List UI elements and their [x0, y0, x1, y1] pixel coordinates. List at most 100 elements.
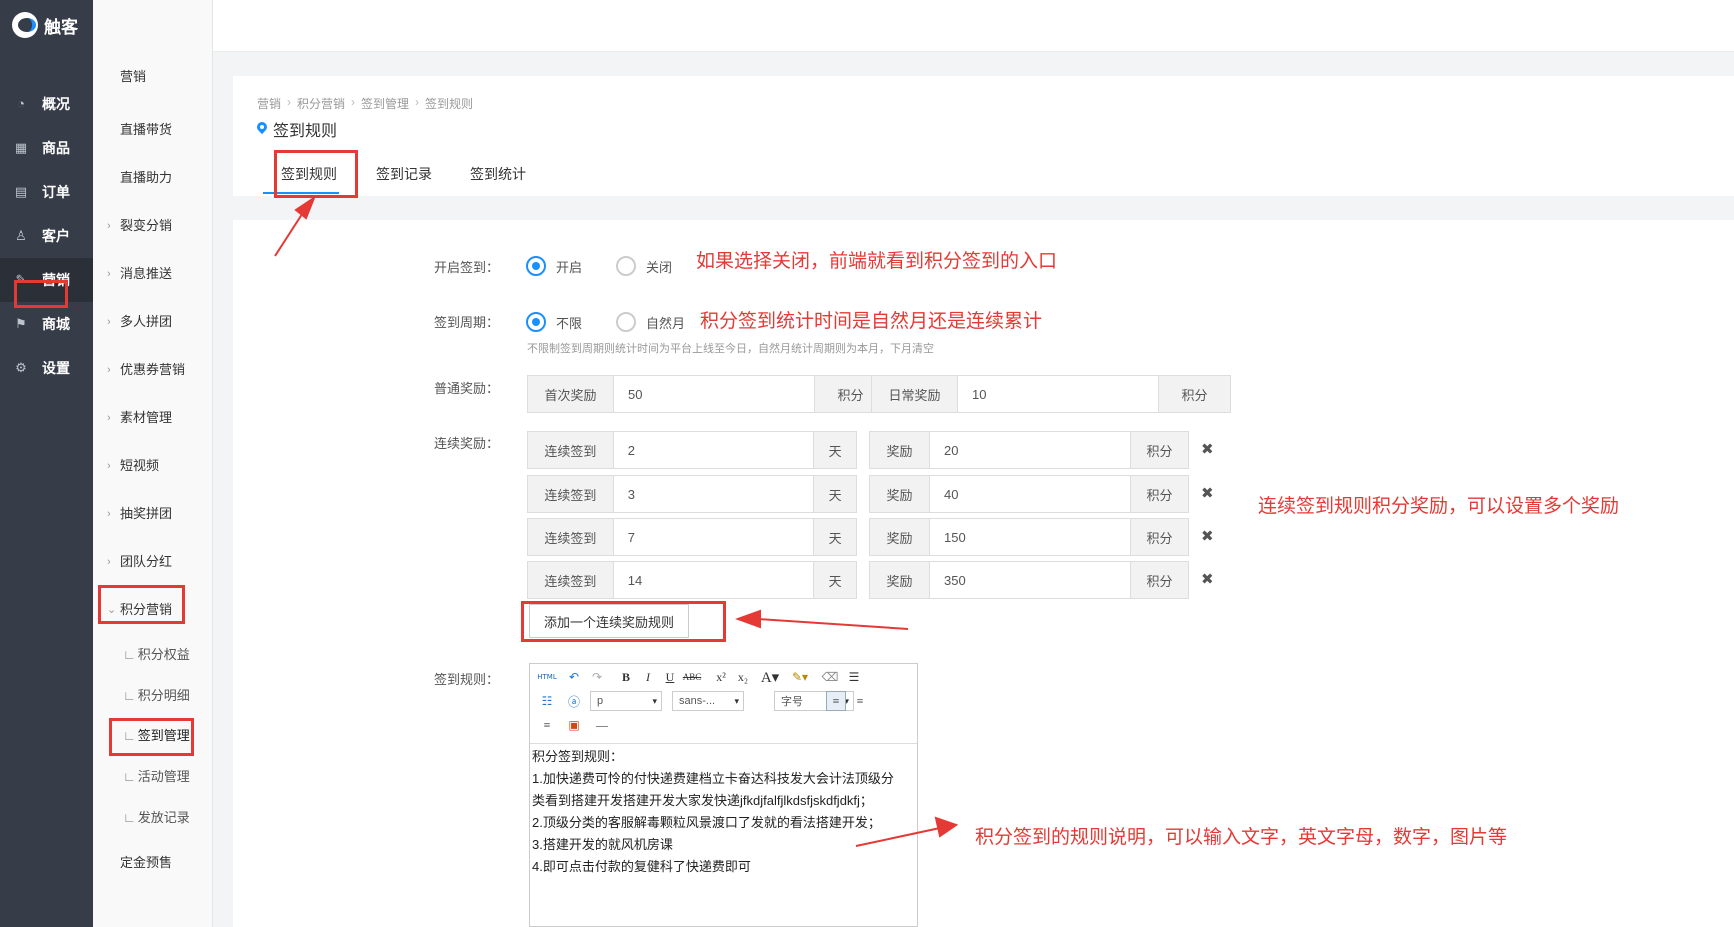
chevron-right-icon: ›: [107, 460, 111, 472]
sub-item-live-sales[interactable]: 直播带货: [93, 115, 213, 145]
strikethrough-icon[interactable]: ABC: [682, 667, 702, 687]
continuous-days-group: 连续签到 2 天: [527, 431, 857, 469]
period-unlimited-radio[interactable]: 不限: [526, 312, 582, 332]
page-title: 签到规则: [257, 117, 337, 141]
sub-item-push[interactable]: › 消息推送: [93, 259, 213, 289]
italic-icon[interactable]: I: [638, 667, 658, 687]
undo-icon[interactable]: ↶: [564, 667, 584, 687]
editor-line: 1.加快递费可怜的付快递费建档立卡奋达科技发大会计法顶级分: [532, 771, 894, 786]
first-reward-input[interactable]: 50: [614, 376, 814, 412]
eraser-icon[interactable]: ⌫: [820, 667, 840, 687]
breadcrumb-item[interactable]: 签到管理: [361, 95, 409, 112]
tab-checkin-records[interactable]: 签到记录: [376, 164, 432, 184]
breadcrumb-separator: ›: [351, 95, 356, 109]
continuous-days-input[interactable]: 3: [613, 476, 814, 512]
sub-child-points-detail[interactable]: 积分明细: [93, 681, 213, 711]
reward-input[interactable]: 150: [930, 519, 1130, 555]
annotation-text: 积分签到统计时间是自然月还是连续累计: [700, 310, 1043, 332]
breadcrumb-separator: ›: [415, 95, 420, 109]
radio-label: 开启: [556, 259, 583, 275]
radio-checked-icon: [526, 256, 546, 276]
open-on-radio[interactable]: 开启: [526, 256, 582, 276]
font-color-icon[interactable]: A▾: [760, 667, 780, 687]
superscript-icon[interactable]: x²: [711, 667, 731, 687]
subscript-icon[interactable]: x₂: [733, 667, 753, 687]
open-off-radio[interactable]: 关闭: [616, 256, 672, 276]
sub-item-deposit-presale[interactable]: 定金预售: [93, 848, 213, 878]
sub-item-group-buy[interactable]: › 多人拼团: [93, 307, 213, 337]
period-hint: 不限制签到周期则统计时间为平台上线至今日，自然月统计周期则为本月，下月清空: [527, 343, 934, 355]
underline-icon[interactable]: U: [660, 667, 680, 687]
editor-line: 4.即可点击付款的复健科了快递费即可: [532, 859, 751, 874]
continuous-days-addon: 连续签到: [528, 432, 614, 468]
bold-icon[interactable]: B: [616, 667, 636, 687]
unordered-list-icon[interactable]: ☷: [537, 691, 557, 711]
nav-item-settings[interactable]: ⚙ 设置: [0, 346, 93, 390]
points-addon: 积分: [1130, 476, 1188, 512]
sub-item-fission[interactable]: › 裂变分销: [93, 211, 213, 241]
delete-rule-icon[interactable]: ✖: [1201, 527, 1214, 545]
sub-item-team-bonus[interactable]: › 团队分红: [93, 547, 213, 577]
nav-item-goods[interactable]: ▦ 商品: [0, 126, 93, 170]
app-root: 触客 ◔概况 ▦商品 ▤订单 ♙客户 ✎营销 ⚑商城 ⚙设置 ··· 营销 直播…: [0, 0, 1734, 927]
font-family-select[interactable]: sans-...: [672, 691, 744, 711]
continuous-days-input[interactable]: 7: [613, 519, 814, 555]
annotation-text: 积分签到的规则说明，可以输入文字，英文字母，数字，图片等: [975, 826, 1508, 848]
logo-icon: [12, 12, 38, 38]
tab-checkin-stats[interactable]: 签到统计: [470, 164, 526, 184]
editor-line: 2.顶级分类的客服解毒颗粒风景渡口了发就的看法搭建开发；: [532, 815, 881, 830]
sub-child-activity-management[interactable]: 活动管理: [93, 762, 213, 792]
breadcrumb-item[interactable]: 营销: [257, 95, 281, 112]
nav-item-mall[interactable]: ⚑ 商城: [0, 302, 93, 346]
radio-label: 自然月: [646, 315, 686, 331]
reward-input[interactable]: 20: [930, 432, 1130, 468]
logo[interactable]: 触客: [12, 10, 78, 40]
paragraph-select[interactable]: p: [590, 691, 662, 711]
continuous-days-group: 连续签到 3 天: [527, 475, 857, 513]
align-right-icon[interactable]: ≡: [537, 715, 557, 735]
html-source-icon[interactable]: HTML: [537, 667, 557, 687]
chevron-right-icon: ›: [107, 364, 111, 376]
delete-rule-icon[interactable]: ✖: [1201, 570, 1214, 588]
gear-icon: ⚙: [15, 360, 27, 375]
sub-item-materials[interactable]: › 素材管理: [93, 403, 213, 433]
daily-reward-input[interactable]: 10: [958, 376, 1158, 412]
points-addon: 积分: [1130, 519, 1188, 555]
points-addon: 积分: [1130, 562, 1188, 598]
nav-item-label: 设置: [42, 360, 70, 376]
sub-child-points-rights[interactable]: 积分权益: [93, 640, 213, 670]
align-left-icon[interactable]: ≡: [826, 691, 846, 711]
reward-input[interactable]: 40: [930, 476, 1130, 512]
horizontal-rule-icon[interactable]: —: [592, 715, 612, 735]
day-unit-addon: 天: [813, 476, 856, 512]
sub-item-coupons[interactable]: › 优惠券营销: [93, 355, 213, 385]
sub-child-issue-records[interactable]: 发放记录: [93, 803, 213, 833]
nav-item-overview[interactable]: ◔ 概况: [0, 82, 93, 126]
period-month-radio[interactable]: 自然月: [616, 312, 685, 332]
continuous-days-input[interactable]: 14: [613, 562, 814, 598]
grid-icon: ▦: [14, 140, 28, 155]
sub-item-marketing[interactable]: 营销: [93, 62, 213, 92]
continuous-days-group: 连续签到 7 天: [527, 518, 857, 556]
editor-content[interactable]: 积分签到规则： 1.加快递费可怜的付快递费建档立卡奋达科技发大会计法顶级分 类看…: [530, 744, 917, 880]
day-unit-addon: 天: [813, 519, 856, 555]
sub-item-lottery-group[interactable]: › 抽奖拼团: [93, 499, 213, 529]
normal-reward-label: 普通奖励：: [433, 381, 499, 396]
breadcrumb-item[interactable]: 积分营销: [297, 95, 345, 112]
delete-rule-icon[interactable]: ✖: [1201, 484, 1214, 502]
highlight-color-icon[interactable]: ✎▾: [790, 667, 810, 687]
nav-item-customers[interactable]: ♙ 客户: [0, 214, 93, 258]
insert-image-icon[interactable]: ▣: [564, 715, 584, 735]
continuous-days-input[interactable]: 2: [613, 432, 814, 468]
sub-item-short-video[interactable]: › 短视频: [93, 451, 213, 481]
redo-icon[interactable]: ↷: [587, 667, 607, 687]
nav-item-label: 概况: [42, 96, 70, 112]
delete-rule-icon[interactable]: ✖: [1201, 440, 1214, 458]
sub-item-live-boost[interactable]: 直播助力: [93, 163, 213, 193]
annotation-box-nav: [14, 280, 68, 308]
align-center-icon[interactable]: ≡: [850, 691, 870, 711]
ordered-list-icon[interactable]: ☰: [844, 667, 864, 687]
anchor-icon[interactable]: ⓐ: [564, 691, 584, 711]
nav-item-orders[interactable]: ▤ 订单: [0, 170, 93, 214]
reward-input[interactable]: 350: [930, 562, 1130, 598]
